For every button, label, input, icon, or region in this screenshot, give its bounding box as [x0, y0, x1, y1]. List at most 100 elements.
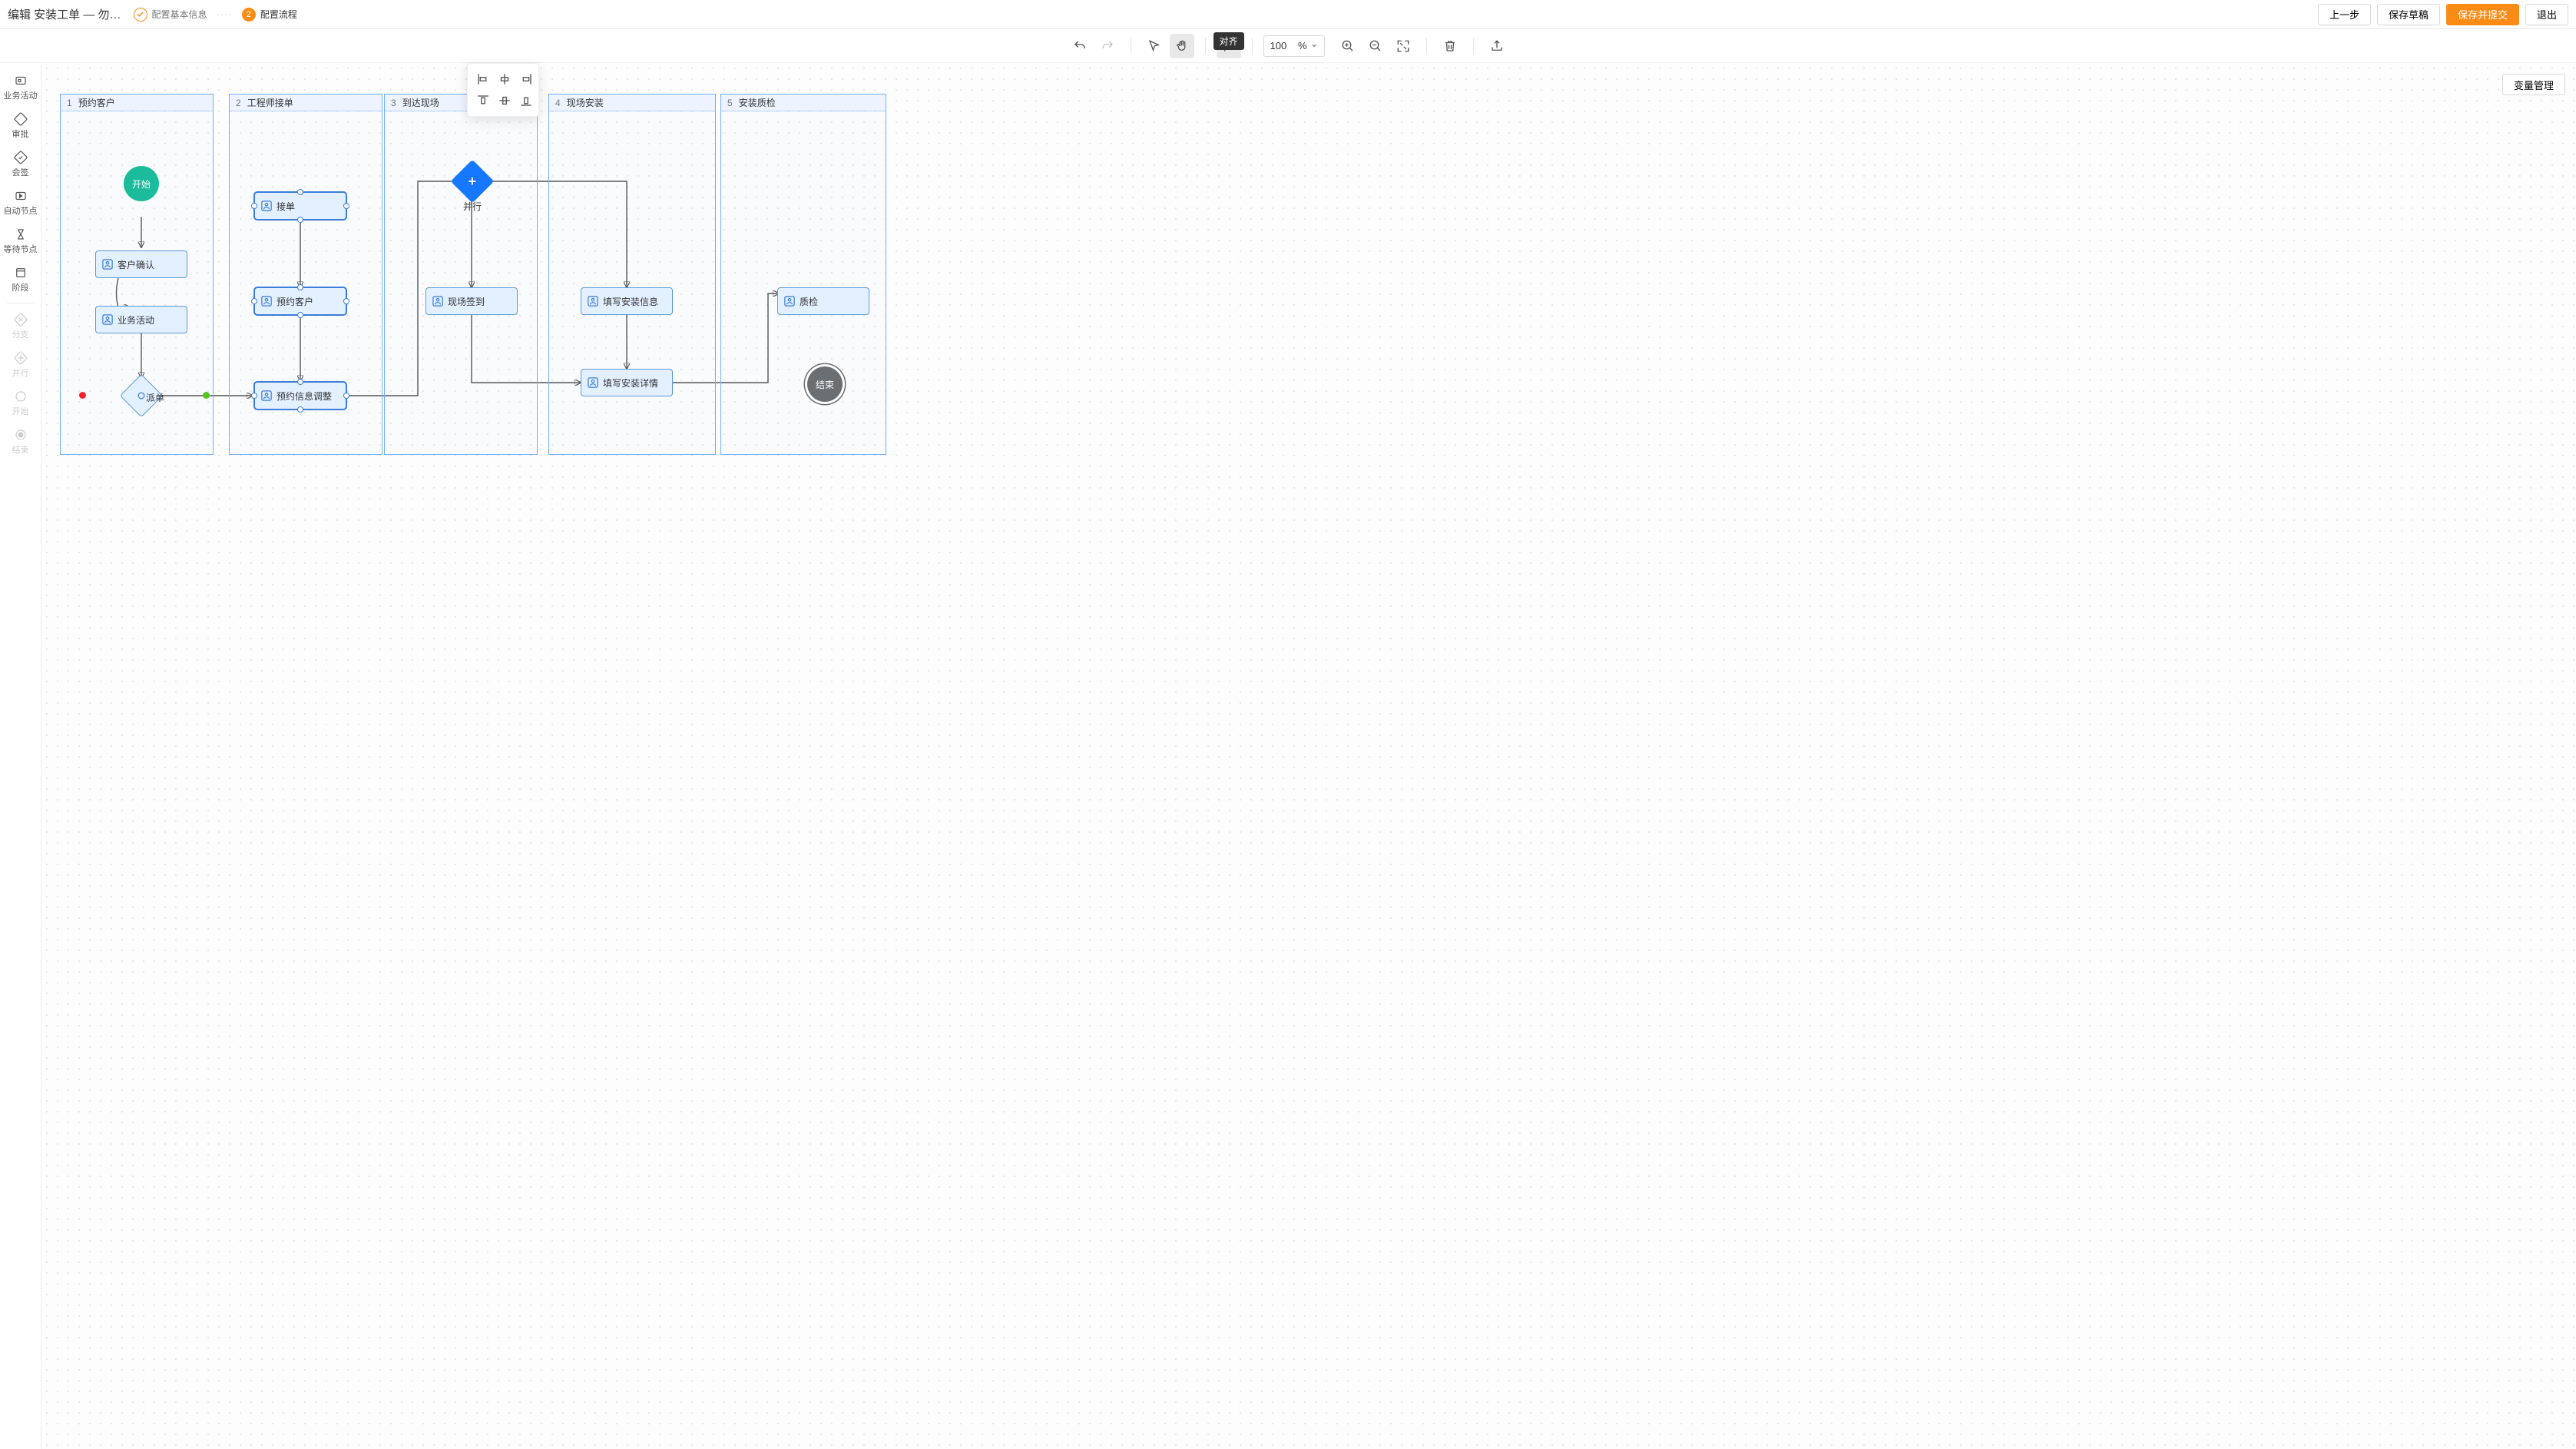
- lane-header: 4 现场安装: [549, 94, 715, 111]
- port[interactable]: [297, 217, 303, 223]
- port[interactable]: [343, 393, 349, 399]
- user-icon: [261, 296, 272, 307]
- align-center-v-button[interactable]: [495, 91, 514, 110]
- activity-icon: [14, 74, 28, 88]
- gateway-label: 派单: [136, 391, 174, 404]
- palette-approval[interactable]: 审批: [2, 108, 39, 144]
- port[interactable]: [297, 406, 303, 413]
- palette-label: 等待节点: [4, 243, 38, 255]
- activity-node[interactable]: 质检: [777, 287, 869, 315]
- activity-node[interactable]: 预约客户: [254, 287, 346, 315]
- activity-node[interactable]: 填写安装详情: [581, 369, 673, 396]
- port[interactable]: [297, 312, 303, 318]
- node-label: 预约信息调整: [276, 390, 332, 403]
- fit-screen-button[interactable]: [1391, 34, 1415, 58]
- node-label: 填写安装信息: [603, 295, 658, 308]
- pointer-tool-button[interactable]: [1142, 34, 1167, 58]
- check-icon: [134, 8, 147, 22]
- lane-header: 5 安装质检: [721, 94, 886, 111]
- palette-countersign[interactable]: 会签: [2, 146, 39, 183]
- edge-port-reject[interactable]: [79, 392, 86, 399]
- header-actions: 上一步 保存草稿 保存并提交 退出: [2318, 4, 2568, 25]
- activity-node[interactable]: 预约信息调整: [254, 382, 346, 410]
- approval-icon: [14, 112, 28, 126]
- port[interactable]: [251, 393, 257, 399]
- port[interactable]: [297, 284, 303, 290]
- activity-node[interactable]: 填写安装信息: [581, 287, 673, 315]
- align-left-button[interactable]: [474, 70, 492, 88]
- align-button[interactable]: [1217, 34, 1241, 58]
- stage-icon: [14, 266, 28, 280]
- exit-button[interactable]: 退出: [2525, 4, 2568, 25]
- chevron-down-icon: [1310, 42, 1318, 50]
- toolbar: 对齐 100 %: [0, 29, 2576, 63]
- palette-label: 结束: [12, 443, 29, 456]
- port[interactable]: [251, 203, 257, 209]
- align-popover: [467, 63, 539, 117]
- step-active[interactable]: 2 配置流程: [242, 8, 297, 22]
- palette-wait[interactable]: 等待节点: [2, 223, 39, 260]
- step-done[interactable]: 配置基本信息: [134, 8, 207, 22]
- palette-start: 开始: [2, 385, 39, 422]
- port[interactable]: [297, 379, 303, 385]
- toolbar-separator: [1205, 38, 1206, 55]
- prev-step-button[interactable]: 上一步: [2318, 4, 2371, 25]
- step-indicator: 配置基本信息 ···· 2 配置流程: [134, 8, 297, 22]
- undo-button[interactable]: [1068, 34, 1092, 58]
- user-icon: [432, 296, 443, 307]
- palette-parallel: 并行: [2, 346, 39, 383]
- port[interactable]: [297, 189, 303, 195]
- palette-activity[interactable]: 业务活动: [2, 69, 39, 106]
- user-icon: [102, 259, 113, 270]
- palette-label: 审批: [12, 128, 29, 140]
- palette-label: 业务活动: [4, 89, 38, 101]
- user-icon: [588, 296, 598, 307]
- palette-label: 并行: [12, 366, 29, 379]
- page-title: 编辑 安装工单 — 勿…: [8, 6, 121, 22]
- port[interactable]: [343, 298, 349, 304]
- align-center-h-button[interactable]: [495, 70, 514, 88]
- save-draft-button[interactable]: 保存草稿: [2377, 4, 2440, 25]
- edge-port-accept[interactable]: [203, 392, 210, 399]
- zoom-in-button[interactable]: [1336, 34, 1360, 58]
- align-right-button[interactable]: [517, 70, 535, 88]
- countersign-icon: [14, 151, 28, 164]
- lane-title: 安装质检: [739, 96, 776, 109]
- lane[interactable]: 5 安装质检: [720, 94, 886, 455]
- zoom-input[interactable]: 100 %: [1263, 35, 1325, 57]
- toolbar-separator: [1473, 38, 1474, 55]
- activity-node[interactable]: 客户确认: [95, 250, 187, 278]
- header: 编辑 安装工单 — 勿… 配置基本信息 ···· 2 配置流程 上一步 保存草稿…: [0, 0, 2576, 29]
- port[interactable]: [251, 298, 257, 304]
- export-button[interactable]: [1485, 34, 1509, 58]
- palette-auto[interactable]: 自动节点: [2, 184, 39, 221]
- variable-management-button[interactable]: 变量管理: [2502, 74, 2565, 95]
- start-node[interactable]: 开始: [124, 166, 159, 201]
- lane[interactable]: 4 现场安装: [548, 94, 716, 455]
- activity-node[interactable]: 业务活动: [95, 306, 187, 333]
- hand-tool-button[interactable]: [1170, 34, 1194, 58]
- palette-label: 分支: [12, 328, 29, 340]
- align-top-button[interactable]: [474, 91, 492, 110]
- port[interactable]: [343, 203, 349, 209]
- node-label: 业务活动: [118, 313, 154, 327]
- node-label: 现场签到: [448, 295, 485, 308]
- activity-node[interactable]: 现场签到: [425, 287, 518, 315]
- lane-header: 2 工程师接单: [230, 94, 382, 111]
- canvas[interactable]: 变量管理: [41, 63, 2576, 1449]
- redo-button[interactable]: [1095, 34, 1120, 58]
- palette-stage[interactable]: 阶段: [2, 261, 39, 298]
- activity-node[interactable]: 接单: [254, 192, 346, 220]
- lane[interactable]: 3 到达现场: [384, 94, 538, 455]
- zoom-out-button[interactable]: [1363, 34, 1388, 58]
- align-bottom-button[interactable]: [517, 91, 535, 110]
- save-submit-button[interactable]: 保存并提交: [2446, 4, 2519, 25]
- palette-label: 阶段: [12, 281, 29, 293]
- end-icon: [14, 428, 28, 442]
- delete-button[interactable]: [1438, 34, 1462, 58]
- lane-header: 1 预约客户: [61, 94, 213, 111]
- user-icon: [588, 377, 598, 388]
- user-icon: [784, 296, 795, 307]
- end-node[interactable]: 结束: [807, 366, 843, 402]
- lane-number: 3: [391, 98, 396, 108]
